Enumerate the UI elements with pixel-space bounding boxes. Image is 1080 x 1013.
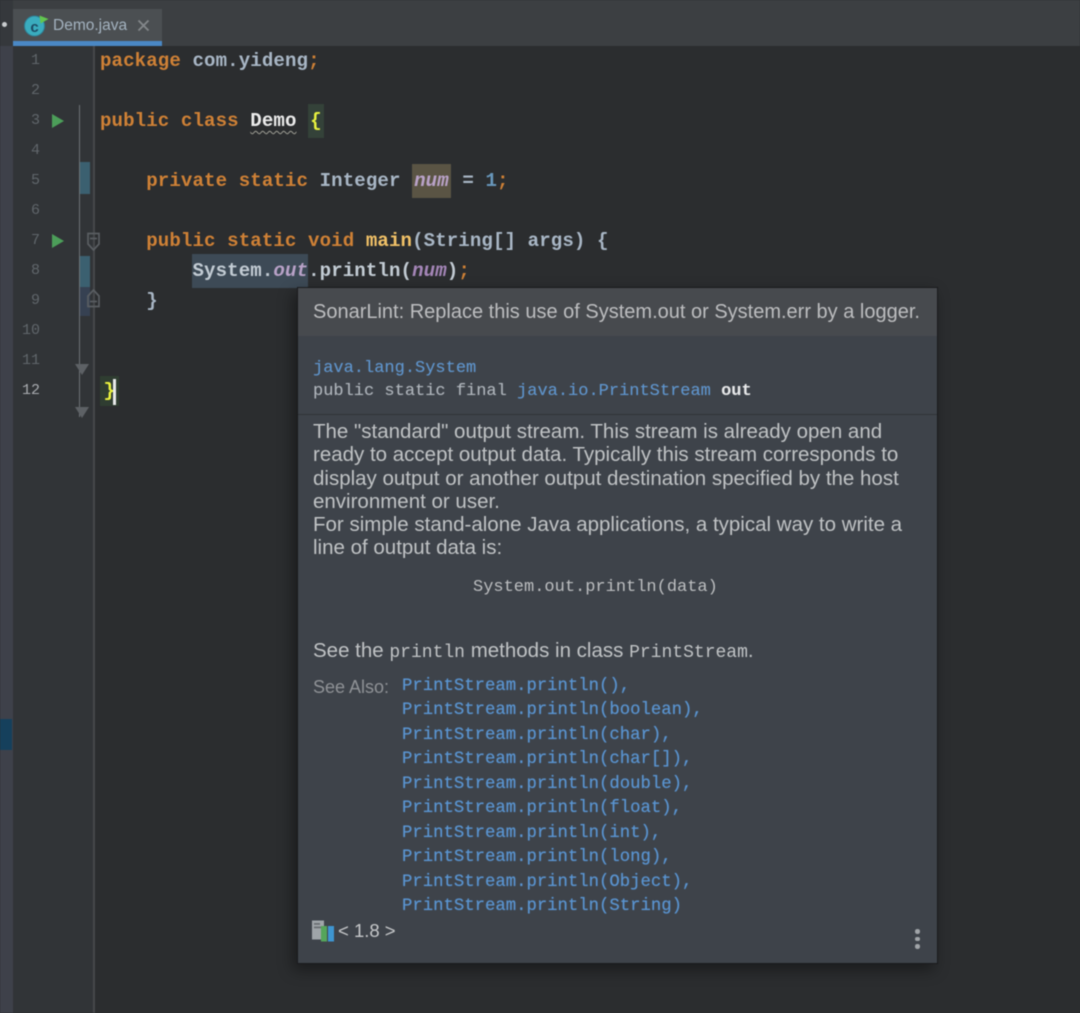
svg-text:c: c xyxy=(30,19,38,36)
